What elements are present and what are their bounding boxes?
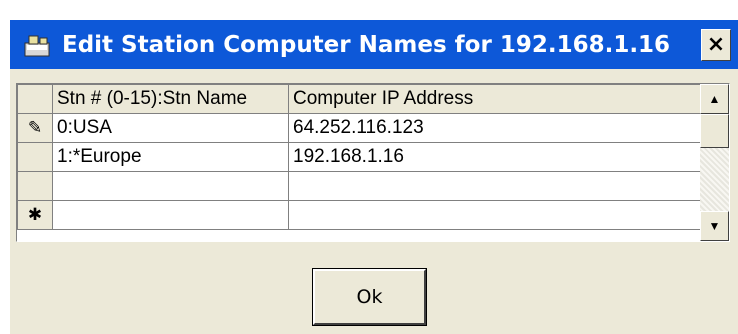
close-button[interactable]: × <box>701 29 731 61</box>
scroll-thumb[interactable] <box>700 114 729 148</box>
ip-address-cell[interactable]: 192.168.1.16 <box>288 142 702 172</box>
row-selector-edit-icon[interactable]: ✎ <box>17 113 53 143</box>
grid-header-row: Stn # (0-15):Stn Name Computer IP Addres… <box>17 84 702 114</box>
table-row: ✎ 0:USA 64.252.116.123 <box>17 113 702 143</box>
station-names-grid: Stn # (0-15):Stn Name Computer IP Addres… <box>16 83 730 242</box>
vertical-scrollbar[interactable]: ▲ ▼ <box>700 84 729 241</box>
ip-address-cell[interactable]: 64.252.116.123 <box>288 113 702 143</box>
ip-address-cell[interactable] <box>288 200 702 230</box>
station-name-cell[interactable]: 0:USA <box>52 113 289 143</box>
new-row: ✱ <box>17 200 702 230</box>
table-row: 1:*Europe 192.168.1.16 <box>17 142 702 172</box>
station-name-cell[interactable] <box>52 171 289 201</box>
station-name-cell[interactable] <box>52 200 289 230</box>
edit-station-dialog: Edit Station Computer Names for 192.168.… <box>10 20 738 334</box>
scroll-up-button[interactable]: ▲ <box>700 84 729 114</box>
title-bar[interactable]: Edit Station Computer Names for 192.168.… <box>10 20 738 69</box>
window-title: Edit Station Computer Names for 192.168.… <box>62 32 671 58</box>
grid-table: Stn # (0-15):Stn Name Computer IP Addres… <box>17 84 702 230</box>
column-header-ip-address[interactable]: Computer IP Address <box>288 84 702 114</box>
scroll-down-button[interactable]: ▼ <box>700 211 729 241</box>
new-row-asterisk-icon[interactable]: ✱ <box>17 200 53 230</box>
table-row <box>17 171 702 201</box>
ip-address-cell[interactable] <box>288 171 702 201</box>
row-selector[interactable] <box>17 171 53 201</box>
row-selector[interactable] <box>17 142 53 172</box>
app-window-icon <box>24 35 50 57</box>
row-selector-header[interactable] <box>17 84 53 114</box>
column-header-station-name[interactable]: Stn # (0-15):Stn Name <box>52 84 289 114</box>
station-name-cell[interactable]: 1:*Europe <box>52 142 289 172</box>
ok-button[interactable]: Ok <box>312 268 427 326</box>
